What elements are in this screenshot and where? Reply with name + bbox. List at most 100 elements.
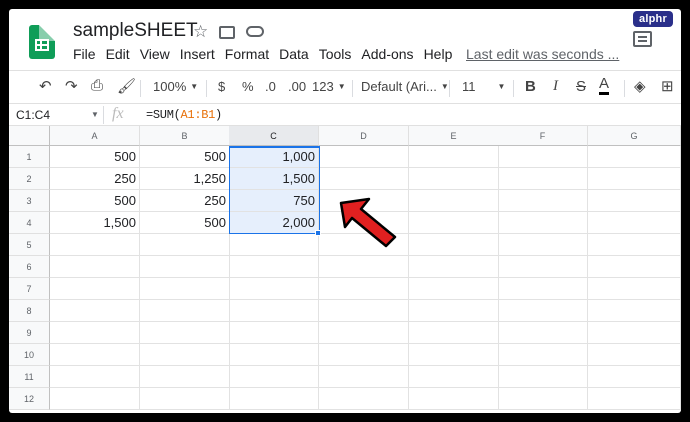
column-header-f[interactable]: F — [498, 126, 588, 146]
select-all-corner[interactable] — [9, 126, 50, 146]
increase-decimal-button[interactable]: .00 — [288, 79, 306, 94]
column-header-a[interactable]: A — [50, 126, 140, 146]
column-header-b[interactable]: B — [140, 126, 230, 146]
menu-edit[interactable]: Edit — [106, 46, 130, 64]
currency-button[interactable]: $ — [218, 79, 225, 94]
row-header-2[interactable]: 2 — [9, 168, 50, 190]
cell-b4[interactable]: 500 — [140, 212, 230, 234]
cell-e3[interactable] — [409, 190, 499, 212]
cell-e4[interactable] — [409, 212, 499, 234]
name-box-caret-icon[interactable]: ▼ — [91, 110, 99, 119]
fill-handle[interactable] — [315, 230, 321, 236]
comment-history-icon[interactable] — [633, 31, 652, 47]
cell-e2[interactable] — [409, 168, 499, 190]
row-header-7[interactable]: 7 — [9, 278, 50, 300]
cell-c12[interactable] — [229, 388, 319, 410]
cell-g3[interactable] — [588, 190, 681, 212]
cell-f2[interactable] — [498, 168, 588, 190]
cell-a8[interactable] — [50, 300, 140, 322]
row-header-12[interactable]: 12 — [9, 388, 50, 410]
cell-a11[interactable] — [50, 366, 140, 388]
row-header-9[interactable]: 9 — [9, 322, 50, 344]
cell-a6[interactable] — [50, 256, 140, 278]
cell-f11[interactable] — [498, 366, 588, 388]
cell-g11[interactable] — [588, 366, 681, 388]
cell-a5[interactable] — [50, 234, 140, 256]
sheets-logo-icon[interactable] — [29, 25, 55, 59]
column-header-g[interactable]: G — [588, 126, 681, 146]
cell-e12[interactable] — [409, 388, 499, 410]
cell-d6[interactable] — [319, 256, 409, 278]
percent-button[interactable]: % — [242, 79, 254, 94]
cell-c9[interactable] — [229, 322, 319, 344]
row-header-5[interactable]: 5 — [9, 234, 50, 256]
print-icon[interactable]: ⎙ — [91, 77, 103, 94]
menu-tools[interactable]: Tools — [319, 46, 352, 64]
cell-b5[interactable] — [140, 234, 230, 256]
menu-format[interactable]: Format — [225, 46, 269, 64]
cell-e8[interactable] — [409, 300, 499, 322]
redo-icon[interactable]: ↷ — [65, 77, 78, 95]
row-header-3[interactable]: 3 — [9, 190, 50, 212]
paint-format-icon[interactable]: 🖌 — [117, 77, 136, 95]
borders-icon[interactable]: ⊞ — [661, 77, 674, 95]
last-edit-link[interactable]: Last edit was seconds ... — [466, 46, 619, 62]
move-folder-icon[interactable] — [219, 26, 235, 39]
row-header-1[interactable]: 1 — [9, 146, 50, 168]
cell-a1[interactable]: 500 — [50, 146, 140, 168]
cell-b8[interactable] — [140, 300, 230, 322]
row-header-8[interactable]: 8 — [9, 300, 50, 322]
document-title[interactable]: sampleSHEET — [73, 20, 198, 42]
cell-b6[interactable] — [140, 256, 230, 278]
undo-icon[interactable]: ↶ — [39, 77, 52, 95]
cell-c8[interactable] — [229, 300, 319, 322]
font-select[interactable]: Default (Ari... ▼ — [361, 79, 449, 94]
cell-b9[interactable] — [140, 322, 230, 344]
cell-f3[interactable] — [498, 190, 588, 212]
cell-g6[interactable] — [588, 256, 681, 278]
row-header-4[interactable]: 4 — [9, 212, 50, 234]
cell-f9[interactable] — [498, 322, 588, 344]
cell-a9[interactable] — [50, 322, 140, 344]
cell-g8[interactable] — [588, 300, 681, 322]
cell-c5[interactable] — [229, 234, 319, 256]
cell-e6[interactable] — [409, 256, 499, 278]
cell-g5[interactable] — [588, 234, 681, 256]
cell-b3[interactable]: 250 — [140, 190, 230, 212]
cell-f7[interactable] — [498, 278, 588, 300]
cell-e10[interactable] — [409, 344, 499, 366]
cell-c7[interactable] — [229, 278, 319, 300]
cell-f10[interactable] — [498, 344, 588, 366]
column-header-e[interactable]: E — [409, 126, 499, 146]
text-color-button[interactable]: A — [599, 76, 610, 95]
zoom-select[interactable]: 100% ▼ — [153, 79, 198, 94]
cell-f8[interactable] — [498, 300, 588, 322]
column-header-d[interactable]: D — [319, 126, 409, 146]
cell-e1[interactable] — [409, 146, 499, 168]
cell-c11[interactable] — [229, 366, 319, 388]
cell-b1[interactable]: 500 — [140, 146, 230, 168]
menu-insert[interactable]: Insert — [180, 46, 215, 64]
cloud-status-icon[interactable] — [246, 26, 264, 37]
name-box[interactable]: C1:C4 — [16, 108, 50, 122]
menu-view[interactable]: View — [140, 46, 170, 64]
cell-b7[interactable] — [140, 278, 230, 300]
fill-color-icon[interactable]: ◈ — [634, 77, 646, 95]
cell-a12[interactable] — [50, 388, 140, 410]
decrease-decimal-button[interactable]: .0 — [265, 79, 276, 94]
more-formats-button[interactable]: 123 ▼ — [312, 79, 346, 94]
cell-d7[interactable] — [319, 278, 409, 300]
formula-input[interactable]: =SUM(A1:B1) — [146, 108, 222, 122]
cell-c6[interactable] — [229, 256, 319, 278]
cell-e9[interactable] — [409, 322, 499, 344]
cell-e5[interactable] — [409, 234, 499, 256]
cell-e7[interactable] — [409, 278, 499, 300]
cell-f5[interactable] — [498, 234, 588, 256]
cell-b10[interactable] — [140, 344, 230, 366]
cell-g4[interactable] — [588, 212, 681, 234]
cell-a10[interactable] — [50, 344, 140, 366]
row-header-11[interactable]: 11 — [9, 366, 50, 388]
cell-f4[interactable] — [498, 212, 588, 234]
cell-e11[interactable] — [409, 366, 499, 388]
bold-button[interactable]: B — [525, 78, 536, 95]
